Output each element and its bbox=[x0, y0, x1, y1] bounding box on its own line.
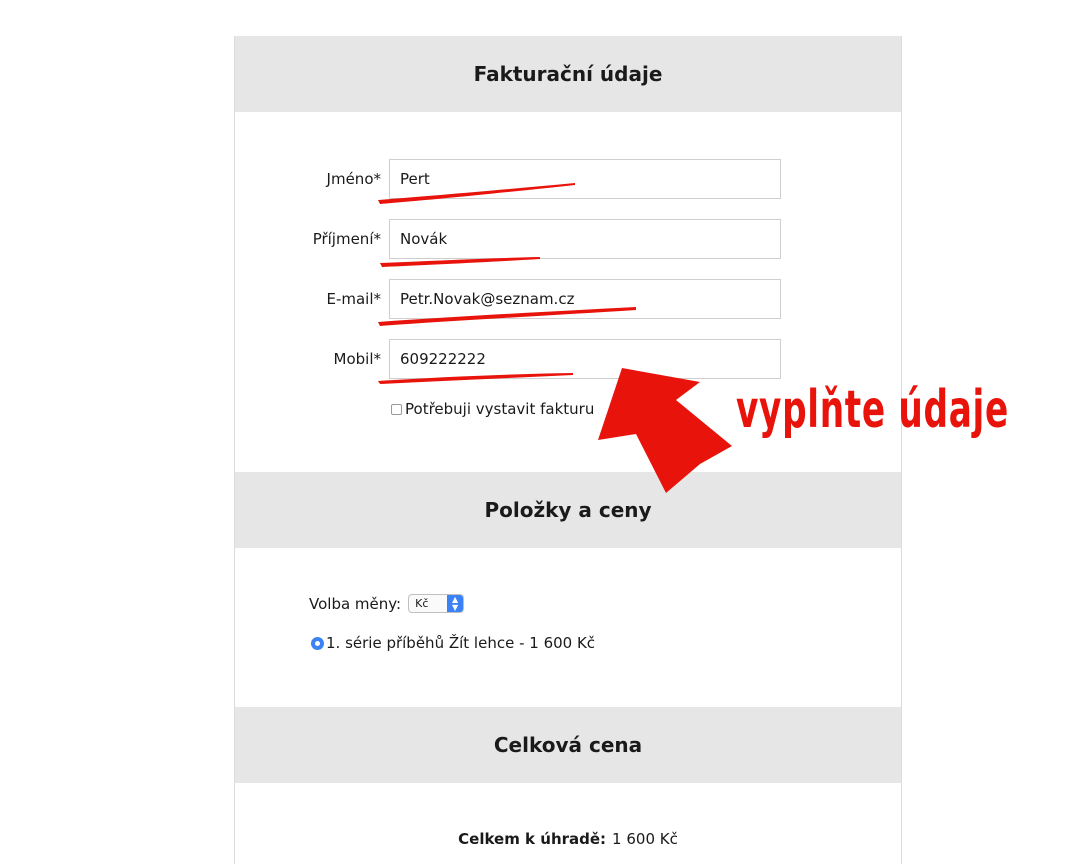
first-name-input[interactable] bbox=[389, 159, 781, 199]
page: Fakturační údaje Jméno* Příjmení* E-mail… bbox=[0, 0, 1080, 864]
currency-row: Volba měny: Kč ▲ ▼ bbox=[309, 594, 465, 613]
currency-select-value: Kč bbox=[415, 597, 429, 610]
select-arrows-icon: ▲ ▼ bbox=[447, 595, 464, 612]
mobile-input[interactable] bbox=[389, 339, 781, 379]
annotation-text: vyplňte údaje bbox=[736, 380, 1009, 440]
product-radio[interactable] bbox=[311, 636, 324, 650]
order-form-panel: Fakturační údaje Jméno* Příjmení* E-mail… bbox=[234, 36, 902, 864]
product-option-label: 1. série příběhů Žít lehce - 1 600 Kč bbox=[326, 634, 596, 652]
invoice-checkbox-label: Potřebuji vystavit fakturu bbox=[405, 400, 595, 418]
radio-dot-icon bbox=[315, 640, 320, 646]
billing-section-title: Fakturační údaje bbox=[235, 36, 901, 112]
currency-select[interactable]: Kč ▲ ▼ bbox=[408, 594, 465, 613]
first-name-label: Jméno* bbox=[326, 170, 381, 188]
total-section-title: Celková cena bbox=[235, 707, 901, 783]
invoice-checkbox[interactable] bbox=[391, 403, 402, 415]
last-name-label: Příjmení* bbox=[312, 230, 381, 248]
mobile-label: Mobil* bbox=[333, 350, 381, 368]
last-name-input[interactable] bbox=[389, 219, 781, 259]
total-row: Celkem k úhradě: 1 600 Kč bbox=[235, 830, 901, 848]
invoice-checkbox-row[interactable]: Potřebuji vystavit fakturu bbox=[391, 400, 594, 418]
total-label: Celkem k úhradě: bbox=[458, 830, 607, 848]
email-input[interactable] bbox=[389, 279, 781, 319]
product-option-row[interactable]: 1. série příběhů Žít lehce - 1 600 Kč bbox=[311, 634, 595, 652]
email-label: E-mail* bbox=[326, 290, 381, 308]
currency-label: Volba měny: bbox=[309, 594, 402, 613]
total-value: 1 600 Kč bbox=[612, 830, 678, 848]
items-section-title: Položky a ceny bbox=[235, 472, 901, 548]
